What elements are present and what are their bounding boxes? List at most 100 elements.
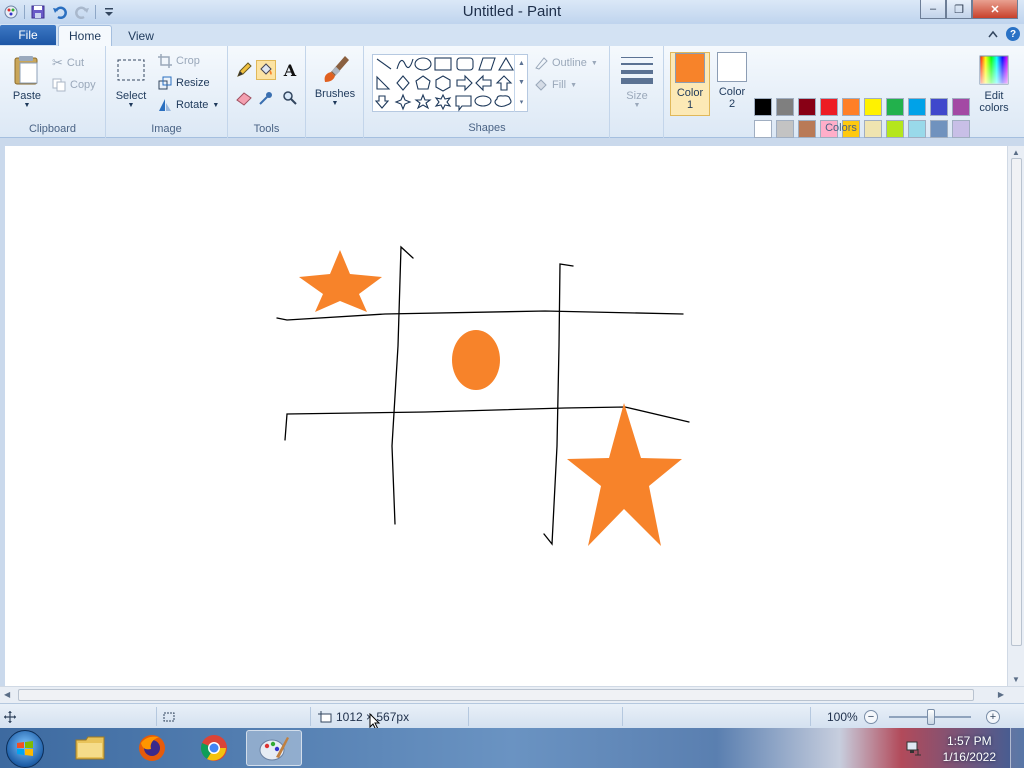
palette-swatch[interactable] <box>908 98 926 116</box>
zoom-out-button[interactable]: − <box>864 710 878 724</box>
palette-swatch[interactable] <box>864 98 882 116</box>
tab-home[interactable]: Home <box>58 25 112 46</box>
cut-label: Cut <box>66 57 85 69</box>
copy-button[interactable]: Copy <box>52 76 96 94</box>
palette-swatch[interactable] <box>930 98 948 116</box>
clipboard-group: Paste ▼ ✂ Cut Copy Clipboard <box>0 46 106 138</box>
show-desktop-button[interactable] <box>1010 728 1024 768</box>
palette-swatch[interactable] <box>754 98 772 116</box>
outline-label: Outline <box>552 57 587 69</box>
drawing-canvas[interactable] <box>5 146 1007 686</box>
fill-button[interactable]: Fill ▼ <box>534 76 577 94</box>
fill-icon <box>535 79 547 91</box>
maximize-button[interactable]: ❐ <box>946 0 972 19</box>
taskbar-chrome[interactable] <box>186 730 242 766</box>
scroll-down-arrow-icon[interactable]: ▼ <box>518 79 525 86</box>
brush-icon <box>324 56 349 82</box>
minimize-button[interactable]: – <box>920 0 946 19</box>
palette-swatch[interactable] <box>842 98 860 116</box>
status-divider <box>156 707 157 726</box>
scroll-right-arrow-icon[interactable]: ▶ <box>998 690 1004 699</box>
brushes-label: Brushes <box>314 88 356 100</box>
fill-bucket-icon[interactable] <box>256 60 276 80</box>
palette-swatch[interactable] <box>820 98 838 116</box>
system-tray: 1:57 PM 1/16/2022 <box>904 728 1024 768</box>
magnifier-icon[interactable] <box>280 88 300 108</box>
scroll-down-arrow-icon[interactable]: ▼ <box>1012 675 1020 684</box>
color1-label: Color <box>676 87 704 99</box>
close-button[interactable]: ✕ <box>972 0 1018 19</box>
start-button[interactable] <box>6 730 44 768</box>
color-picker-icon[interactable] <box>256 88 276 108</box>
resize-icon <box>158 76 172 90</box>
status-bar: 1012 × 567px 100% − + <box>0 703 1024 728</box>
eraser-icon[interactable] <box>234 88 254 108</box>
cut-button[interactable]: ✂ Cut <box>52 54 84 72</box>
crop-button[interactable]: Crop <box>158 52 200 70</box>
taskbar-file-explorer[interactable] <box>62 730 118 766</box>
tools-group: A Tools <box>228 46 306 138</box>
zoom-level-text: 100% <box>827 709 858 724</box>
horizontal-scrollbar[interactable]: ◀ ▶ <box>0 686 1024 703</box>
palette-swatch[interactable] <box>776 98 794 116</box>
circle-shape <box>452 330 500 390</box>
shapes-group-label: Shapes <box>468 122 506 134</box>
select-rectangle-icon <box>117 59 145 81</box>
tab-view[interactable]: View <box>116 25 166 46</box>
text-tool-icon[interactable]: A <box>280 60 300 80</box>
outline-button[interactable]: Outline ▼ <box>534 54 598 72</box>
brushes-dropdown-chevron-icon[interactable]: ▼ <box>332 100 339 107</box>
ribbon-tabs: File Home View ? <box>0 24 1024 46</box>
scroll-up-arrow-icon[interactable]: ▲ <box>1012 148 1020 157</box>
color1-selector[interactable]: Color 1 <box>670 52 710 116</box>
color2-selector[interactable]: Color 2 <box>712 52 752 116</box>
paste-dropdown-chevron-icon[interactable]: ▼ <box>24 102 31 109</box>
canvas-size-display: 1012 × 567px <box>318 704 409 729</box>
cursor-position-icon <box>4 704 16 729</box>
network-icon[interactable] <box>906 740 922 756</box>
zoom-in-button[interactable]: + <box>986 710 1000 724</box>
select-button[interactable]: Select ▼ <box>114 54 148 109</box>
image-group-label: Image <box>151 123 182 135</box>
vertical-scroll-thumb[interactable] <box>1011 158 1022 646</box>
outline-dropdown-chevron-icon[interactable]: ▼ <box>591 60 598 67</box>
size-dropdown-chevron-icon[interactable]: ▼ <box>634 102 641 109</box>
color-spectrum-icon <box>979 55 1009 85</box>
size-button[interactable]: Size ▼ <box>618 54 656 109</box>
palette-swatch[interactable] <box>952 98 970 116</box>
status-divider <box>310 707 311 726</box>
taskbar-paint[interactable] <box>246 730 302 766</box>
fill-dropdown-chevron-icon[interactable]: ▼ <box>570 82 577 89</box>
brushes-button[interactable]: Brushes ▼ <box>314 52 356 107</box>
grid-line-right-vertical <box>543 263 574 546</box>
expand-gallery-icon[interactable]: ▾ <box>520 98 524 106</box>
clock[interactable]: 1:57 PM 1/16/2022 <box>943 733 996 765</box>
copy-label: Copy <box>70 79 96 91</box>
pencil-icon[interactable] <box>234 60 254 80</box>
paste-button[interactable]: Paste ▼ <box>8 54 46 109</box>
palette-swatch[interactable] <box>886 98 904 116</box>
size-group: Size ▼ <box>610 46 664 138</box>
horizontal-scroll-thumb[interactable] <box>18 689 974 701</box>
scroll-up-arrow-icon[interactable]: ▲ <box>518 60 525 67</box>
edit-colors-label-2: colors <box>979 102 1009 114</box>
rotate-dropdown-chevron-icon[interactable]: ▼ <box>212 102 219 109</box>
resize-button[interactable]: Resize <box>158 74 210 92</box>
rotate-button[interactable]: Rotate ▼ <box>158 96 219 114</box>
edit-colors-button[interactable]: Edit colors <box>976 54 1012 114</box>
colors-group-label: Colors <box>825 122 857 134</box>
minimize-ribbon-chevron-icon[interactable] <box>988 30 998 38</box>
select-dropdown-chevron-icon[interactable]: ▼ <box>128 102 135 109</box>
crop-label: Crop <box>176 55 200 67</box>
zoom-slider-thumb[interactable] <box>927 709 935 725</box>
palette-swatch[interactable] <box>798 98 816 116</box>
rotate-label: Rotate <box>176 99 209 111</box>
help-icon[interactable]: ? <box>1006 27 1020 41</box>
resize-label: Resize <box>176 77 210 89</box>
tab-file[interactable]: File <box>0 25 56 45</box>
shapes-scrollbar[interactable]: ▲ ▼ ▾ <box>514 54 528 112</box>
shapes-gallery-icons <box>374 56 514 112</box>
taskbar-firefox[interactable] <box>124 730 180 766</box>
vertical-scrollbar[interactable]: ▲ ▼ <box>1007 146 1024 686</box>
scroll-left-arrow-icon[interactable]: ◀ <box>4 690 10 699</box>
